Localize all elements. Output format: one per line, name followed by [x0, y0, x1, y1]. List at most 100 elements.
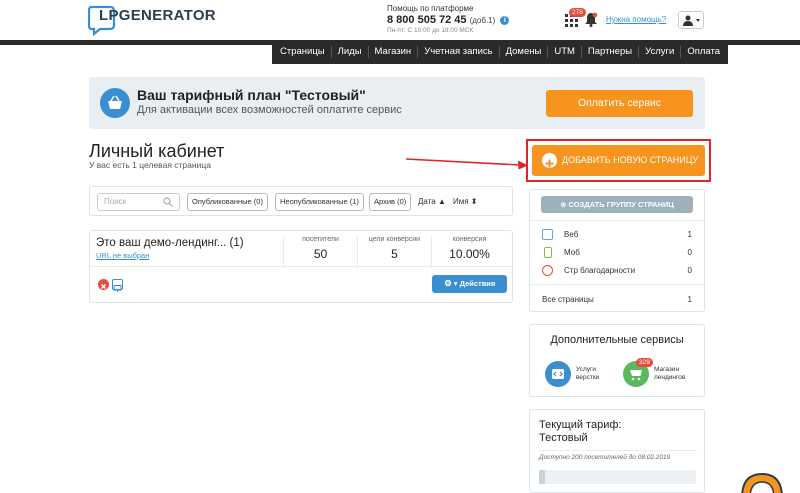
tariff-progress-bar — [539, 470, 696, 484]
tariff-title-line2: Тестовый — [539, 432, 588, 444]
stat-visitors-label: посетители — [302, 236, 339, 243]
divider — [539, 450, 697, 451]
tariff-banner-subtitle: Для активации всех возможностей оплатите… — [137, 104, 402, 116]
pages-row-web[interactable]: Веб 1 — [542, 229, 694, 241]
logo-text[interactable]: LPGENERATOR — [99, 7, 216, 24]
add-new-page-label: ДОБАВИТЬ НОВУЮ СТРАНИЦУ — [562, 155, 699, 165]
actions-button[interactable]: ▾ Действия — [432, 275, 507, 293]
tariff-title-line1: Текущий тариф: — [539, 419, 622, 431]
tariff-progress-fill — [539, 470, 546, 484]
main-nav: Страницы Лиды Магазин Учетная запись Дом… — [272, 40, 728, 64]
bell-icon[interactable] — [584, 12, 598, 27]
sort-date[interactable]: Дата ▲ — [418, 197, 446, 206]
nav-item-shop[interactable]: Магазин — [369, 46, 419, 58]
add-page-highlight: ДОБАВИТЬ НОВУЮ СТРАНИЦУ — [526, 139, 711, 182]
filter-published-button[interactable]: Опубликованные (0) — [187, 193, 268, 211]
help-block: Помощь по платформе 8 800 505 72 45 (доб… — [387, 4, 510, 34]
stat-visitors-value: 50 — [313, 247, 328, 261]
top-header: LPGENERATOR Помощь по платформе 8 800 50… — [0, 0, 800, 40]
stat-goals: цели конверсии 5 — [357, 236, 431, 269]
tariff-title: Текущий тариф: Тестовый — [539, 419, 621, 445]
chevron-down-icon — [696, 19, 700, 22]
help-phone-ext: (доб.1) — [469, 16, 496, 25]
divider — [530, 220, 704, 221]
current-tariff-panel: Текущий тариф: Тестовый Доступно 200 пос… — [529, 409, 705, 493]
page-card: Это ваш демо-лендинг... (1) URL не выбра… — [89, 230, 513, 303]
search-input[interactable]: Поиск — [97, 193, 180, 211]
page-subtitle: У вас есть 1 целевая страница — [89, 160, 211, 170]
user-icon — [683, 15, 700, 26]
stat-goals-value: 5 — [391, 247, 398, 261]
pages-summary-panel: ⊕ СОЗДАТЬ ГРУППУ СТРАНИЦ Веб 1 Моб 0 Стр… — [529, 189, 705, 312]
nav-item-leads[interactable]: Лиды — [332, 46, 369, 58]
nav-item-domains[interactable]: Домены — [500, 46, 549, 58]
search-icon — [163, 197, 173, 207]
nav-item-utm[interactable]: UTM — [548, 46, 582, 58]
help-title: Помощь по платформе — [387, 4, 474, 13]
stat-conversion: конверсия 10.00% — [431, 236, 507, 269]
shop-badge: 329 — [636, 358, 653, 367]
pages-row-web-value: 1 — [687, 230, 692, 239]
tariff-banner: Ваш тарифный план "Тестовый" Для активац… — [89, 77, 705, 129]
nav-item-services[interactable]: Услуги — [639, 46, 682, 58]
pages-row-thanks-label: Стр благодарности — [564, 266, 636, 275]
layout-service-link[interactable]: Услуги верстки — [576, 366, 599, 382]
sort-name[interactable]: Имя ⬍ — [453, 197, 478, 206]
user-menu-button[interactable] — [678, 11, 704, 29]
help-hours: Пн-пт: С 10:00 до 18:00 МСК — [387, 27, 474, 34]
shop-service-line1: Магазин — [654, 366, 680, 373]
info-icon[interactable]: i — [500, 16, 510, 25]
divider — [530, 284, 704, 285]
annotation-arrow-icon — [405, 158, 528, 170]
nav-item-payment[interactable]: Оплата — [681, 46, 726, 58]
support-mascot-icon[interactable] — [738, 470, 786, 493]
layout-service-line2: верстки — [576, 374, 600, 381]
stat-conversion-label: конверсия — [452, 236, 487, 243]
page-title: Личный кабинет — [89, 141, 225, 161]
mobile-icon — [544, 247, 552, 258]
basket-icon — [100, 88, 130, 118]
filter-unpublished-button[interactable]: Неопубликованные (1) — [275, 193, 364, 211]
pages-total-value: 1 — [687, 295, 692, 304]
search-placeholder: Поиск — [104, 197, 127, 206]
filter-bar: Поиск Опубликованные (0) Неопубликованны… — [89, 186, 513, 216]
tariff-available: Доступно 200 посетителей до 08.02.2019 — [539, 454, 671, 461]
pages-row-thanks[interactable]: Стр благодарности 0 — [542, 265, 694, 277]
plus-icon — [542, 153, 557, 168]
pages-row-mobile-value: 0 — [687, 248, 692, 257]
actions-label: ▾ Действия — [453, 279, 496, 288]
help-phone-number: 8 800 505 72 45 — [387, 14, 467, 26]
code-icon[interactable] — [545, 361, 571, 387]
add-new-page-button[interactable]: ДОБАВИТЬ НОВУЮ СТРАНИЦУ — [532, 145, 705, 176]
tariff-banner-title: Ваш тарифный план "Тестовый" — [137, 87, 366, 103]
pages-row-thanks-value: 0 — [687, 266, 692, 275]
need-help-link[interactable]: Нужна помощь? — [606, 15, 666, 24]
desktop-icon — [542, 229, 553, 240]
help-phone: 8 800 505 72 45 (доб.1) i — [387, 14, 510, 26]
nav-item-pages[interactable]: Страницы — [274, 46, 332, 58]
nav-item-account[interactable]: Учетная запись — [418, 46, 500, 58]
pages-row-total[interactable]: Все страницы 1 — [542, 294, 694, 306]
pages-row-mobile-label: Моб — [564, 248, 580, 257]
pay-service-button[interactable]: Оплатить сервис — [546, 90, 693, 117]
thanks-page-icon — [542, 265, 553, 276]
create-group-label: СОЗДАТЬ ГРУППУ СТРАНИЦ — [568, 200, 674, 209]
nav-item-partners[interactable]: Партнеры — [582, 46, 640, 58]
page-name[interactable]: Это ваш демо-лендинг... (1) — [96, 237, 244, 249]
page-url-link[interactable]: URL не выбран — [96, 251, 149, 260]
create-group-button[interactable]: ⊕ СОЗДАТЬ ГРУППУ СТРАНИЦ — [541, 196, 693, 213]
stat-visitors: посетители 50 — [283, 236, 357, 269]
delete-icon[interactable] — [98, 279, 109, 290]
services-panel: Дополнительные сервисы Услуги верстки 32… — [529, 324, 705, 397]
pages-row-web-label: Веб — [564, 230, 579, 239]
layout-service-line1: Услуги — [576, 366, 596, 373]
shop-service-link[interactable]: Магазин лендингов — [654, 366, 685, 382]
shop-service-line2: лендингов — [654, 374, 686, 381]
pages-row-mobile[interactable]: Моб 0 — [542, 247, 694, 259]
services-title: Дополнительные сервисы — [550, 334, 684, 346]
pages-total-label: Все страницы — [542, 295, 594, 304]
desktop-icon[interactable] — [112, 279, 123, 292]
filter-archive-button[interactable]: Архив (0) — [369, 193, 412, 211]
gear-icon — [444, 279, 451, 287]
stat-goals-label: цели конверсии — [368, 236, 421, 243]
